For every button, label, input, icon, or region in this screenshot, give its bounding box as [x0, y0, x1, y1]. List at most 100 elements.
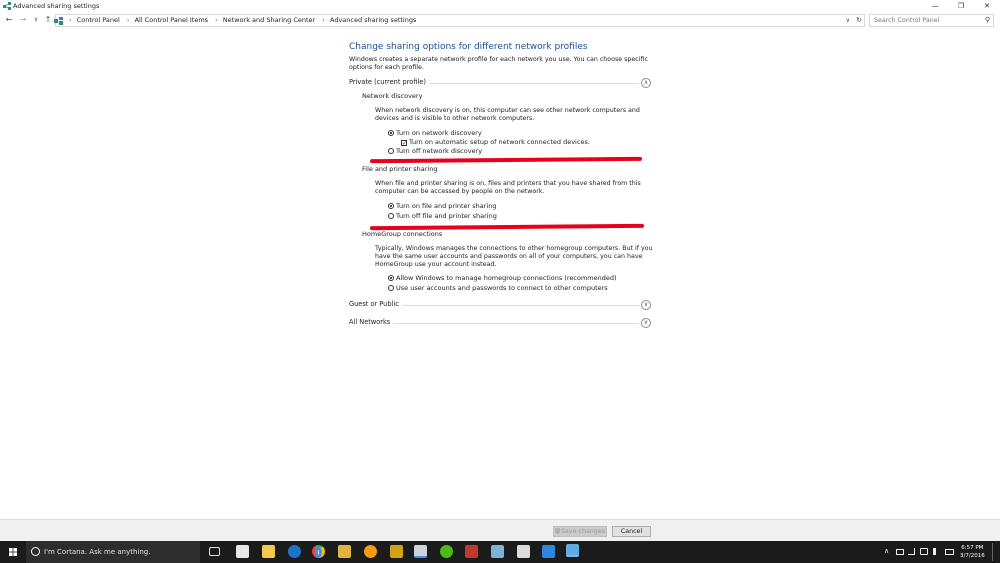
tools-icon[interactable] [390, 545, 403, 558]
radio-turn-on-file-sharing[interactable]: Turn on file and printer sharing [388, 202, 497, 210]
search-placeholder: Search Control Panel [874, 17, 940, 24]
shield-icon [555, 528, 561, 534]
page-description: Windows creates a separate network profi… [349, 56, 648, 71]
save-changes-button[interactable]: Save changes [553, 526, 607, 537]
breadcrumb-all-items[interactable]: All Control Panel Items [135, 16, 208, 24]
option-label: Turn off file and printer sharing [396, 212, 497, 220]
filezilla-icon[interactable] [465, 545, 478, 558]
page-title: Change sharing options for different net… [349, 42, 588, 52]
checkbox-checked-icon[interactable]: ✓ [401, 140, 407, 147]
breadcrumb-separator: › [322, 16, 325, 24]
radio-windows-manage-homegroup[interactable]: Allow Windows to manage homegroup connec… [388, 274, 617, 282]
file-printer-description: When file and printer sharing is on, fil… [375, 180, 641, 195]
breadcrumb-control-panel[interactable]: Control Panel [77, 16, 120, 24]
back-button[interactable]: ← [3, 14, 15, 26]
battery-icon[interactable] [920, 548, 928, 555]
cortana-icon [31, 547, 40, 556]
file-explorer-icon[interactable] [262, 545, 275, 558]
radio-unselected-icon[interactable] [388, 285, 394, 291]
collapse-icon[interactable]: ∧ [641, 78, 651, 88]
active-window-icon[interactable] [566, 544, 579, 557]
action-center-icon[interactable] [896, 549, 904, 555]
search-box[interactable]: Search Control Panel ⚲ [869, 14, 994, 27]
store-icon[interactable] [236, 545, 249, 558]
tray-overflow-icon[interactable]: ∧ [884, 547, 889, 555]
address-field[interactable]: › Control Panel › All Control Panel Item… [54, 14, 865, 27]
address-bar-row: ← → ∨ ↑ › Control Panel › All Control Pa… [0, 13, 1000, 28]
folder-icon[interactable] [338, 545, 351, 558]
breadcrumb-separator: › [69, 16, 72, 24]
network-discovery-heading: Network discovery [362, 92, 423, 100]
radio-selected-icon[interactable] [388, 275, 394, 281]
radio-selected-icon[interactable] [388, 130, 394, 136]
forward-button[interactable]: → [17, 14, 29, 26]
task-view-icon[interactable] [209, 547, 220, 556]
network-discovery-description: When network discovery is on, this compu… [375, 107, 640, 122]
calculator-icon[interactable] [517, 545, 530, 558]
save-changes-label: Save changes [561, 528, 605, 535]
chrome-icon[interactable] [312, 545, 325, 558]
radio-turn-off-file-sharing[interactable]: Turn off file and printer sharing [388, 212, 497, 220]
address-dropdown-icon[interactable]: ∨ [846, 15, 850, 26]
windows-start-icon[interactable] [0, 541, 26, 563]
cancel-button[interactable]: Cancel [612, 526, 651, 537]
option-label: Turn off network discovery [396, 147, 483, 155]
edge-icon[interactable] [288, 545, 301, 558]
network-tray-icon[interactable] [908, 548, 915, 555]
volume-icon[interactable] [933, 548, 939, 555]
breadcrumb-separator: › [215, 16, 218, 24]
option-label: Use user accounts and passwords to conne… [396, 284, 608, 292]
show-desktop-button[interactable] [992, 543, 993, 561]
radio-unselected-icon[interactable] [388, 213, 394, 219]
radio-selected-icon[interactable] [388, 203, 394, 209]
taskbar-clock[interactable]: 6:57 PM 3/7/2016 [960, 544, 985, 560]
close-button[interactable]: ✕ [974, 0, 1000, 12]
annotation-underline [369, 156, 643, 164]
taskbar: I'm Cortana. Ask me anything. ∧ 6:57 PM … [0, 541, 1000, 563]
teamviewer-icon[interactable] [542, 545, 555, 558]
homegroup-heading: HomeGroup connections [362, 230, 443, 238]
restore-button[interactable]: ❐ [948, 0, 974, 12]
keyboard-icon[interactable] [945, 549, 954, 555]
main-content: Change sharing options for different net… [0, 28, 1000, 519]
checkbox-auto-setup[interactable]: ✓ Turn on automatic setup of network conn… [401, 138, 590, 147]
control-panel-taskbar-icon[interactable] [414, 545, 427, 558]
minimize-button[interactable]: — [922, 0, 948, 12]
section-all-label: All Networks [349, 318, 394, 326]
section-all-networks[interactable]: All Networks ∨ [349, 318, 651, 330]
green-app-icon[interactable] [440, 545, 453, 558]
section-guest-label: Guest or Public [349, 300, 402, 308]
notepad-icon[interactable] [491, 545, 504, 558]
window-title: Advanced sharing settings [13, 2, 100, 10]
clock-time: 6:57 PM [961, 545, 984, 551]
file-printer-heading: File and printer sharing [362, 165, 438, 173]
section-private-label: Private (current profile) [349, 78, 429, 86]
radio-turn-off-discovery[interactable]: Turn off network discovery [388, 147, 482, 155]
clock-date: 3/7/2016 [960, 553, 985, 559]
refresh-icon[interactable]: ↻ [856, 15, 862, 26]
radio-unselected-icon[interactable] [388, 148, 394, 154]
media-player-icon[interactable] [364, 545, 377, 558]
expand-icon[interactable]: ∨ [641, 318, 651, 328]
section-private[interactable]: Private (current profile) ∧ [349, 78, 651, 90]
cortana-search-box[interactable]: I'm Cortana. Ask me anything. [26, 541, 200, 563]
network-icon [3, 2, 11, 10]
section-guest-public[interactable]: Guest or Public ∨ [349, 300, 651, 312]
option-label: Turn on file and printer sharing [396, 202, 497, 210]
up-button[interactable]: ↑ [42, 14, 54, 26]
radio-use-user-accounts[interactable]: Use user accounts and passwords to conne… [388, 284, 608, 292]
option-label: Turn on network discovery [396, 129, 482, 137]
title-bar: Advanced sharing settings — ❐ ✕ [0, 0, 1000, 12]
homegroup-description: Typically, Windows manages the connectio… [375, 245, 653, 268]
cortana-prompt: I'm Cortana. Ask me anything. [44, 548, 151, 556]
control-panel-window: Advanced sharing settings — ❐ ✕ ← → ∨ ↑ … [0, 0, 1000, 541]
footer-bar: Save changes Cancel [0, 519, 1000, 541]
breadcrumb-separator: › [126, 16, 130, 24]
breadcrumb-network-sharing-center[interactable]: Network and Sharing Center [223, 16, 315, 24]
expand-icon[interactable]: ∨ [641, 300, 651, 310]
breadcrumb-advanced-sharing[interactable]: Advanced sharing settings [330, 16, 416, 24]
radio-turn-on-discovery[interactable]: Turn on network discovery [388, 129, 482, 137]
search-icon[interactable]: ⚲ [985, 16, 990, 24]
recent-locations-button[interactable]: ∨ [30, 14, 42, 26]
control-panel-icon [54, 17, 63, 25]
